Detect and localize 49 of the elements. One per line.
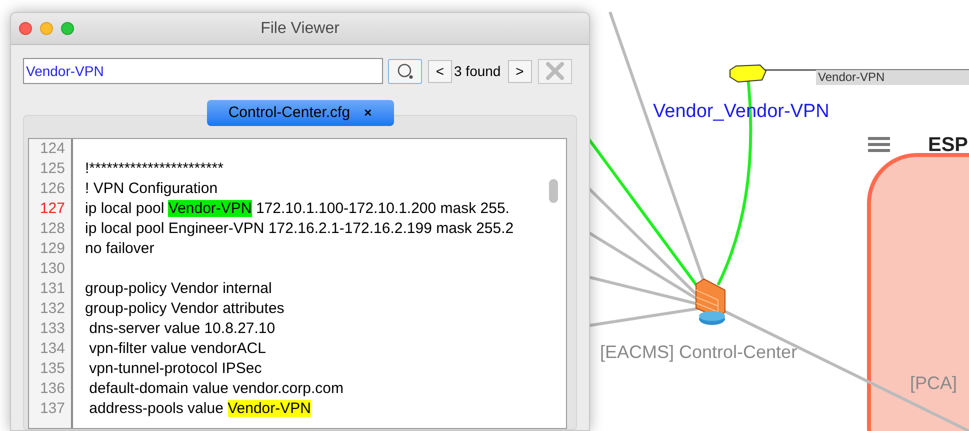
search-button[interactable] [388,58,422,84]
next-button[interactable]: > [508,60,532,82]
zone-title: ESP [928,133,968,158]
code-line: group-policy Vendor internal [85,280,272,297]
line-number: 128 [40,219,65,239]
code-line: no failover [85,240,154,257]
code-line: vpn-filter value vendorACL [88,340,266,357]
scrollbar-thumb[interactable] [549,179,558,203]
file-tab[interactable]: Control-Center.cfg × [206,100,394,126]
line-number: 137 [40,399,65,419]
tab-label: Control-Center.cfg [228,102,350,123]
clear-search-button[interactable] [538,58,572,84]
line-number: 133 [40,319,65,339]
menu-icon[interactable] [868,137,890,152]
close-window-button[interactable] [19,22,32,35]
firewall-router-icon[interactable] [696,278,726,325]
window-title: File Viewer [260,18,340,38]
match-count: 3 found [454,62,501,80]
line-number: 126 [40,179,65,199]
line-number: 131 [40,279,65,299]
code-line: !*********************** [85,160,224,177]
code-line: ip local pool Vendor-VPN 172.10.1.100-172.10.1.200 mask 255. [85,200,510,217]
zoom-window-button[interactable] [61,22,74,35]
network-label: Vendor-VPN [816,70,969,85]
previous-button[interactable]: < [428,60,452,82]
tab-close-button[interactable]: × [364,103,372,123]
line-number: 132 [40,299,65,319]
zone-label: [PCA] [910,372,958,395]
close-icon [546,62,564,80]
minimize-window-button[interactable] [40,22,53,35]
line-number: 124 [40,139,65,159]
code-line: ip local pool Engineer-VPN 172.16.2.1-172.16.2.199 mask 255.2 [85,220,514,237]
search-icon [396,62,414,80]
code-line: vpn-tunnel-protocol IPSec [88,360,262,377]
search-match: Vendor-VPN [168,200,252,217]
code-line: ! VPN Configuration [85,180,218,197]
search-field[interactable]: Vendor-VPN [23,58,383,84]
line-number: 135 [40,359,65,379]
line-number: 127 [40,199,65,219]
line-number: 130 [40,259,65,279]
line-number: 134 [40,339,65,359]
device-label: [EACMS] Control-Center [600,341,798,364]
network-cloud-icon[interactable] [730,64,767,83]
line-number: 136 [40,379,65,399]
code-line: group-policy Vendor attributes [85,300,284,317]
code-line: dns-server value 10.8.27.10 [88,320,276,337]
code-line: default-domain value vendor.corp.com [88,380,344,397]
line-number: 129 [40,239,65,259]
line-number: 125 [40,159,65,179]
